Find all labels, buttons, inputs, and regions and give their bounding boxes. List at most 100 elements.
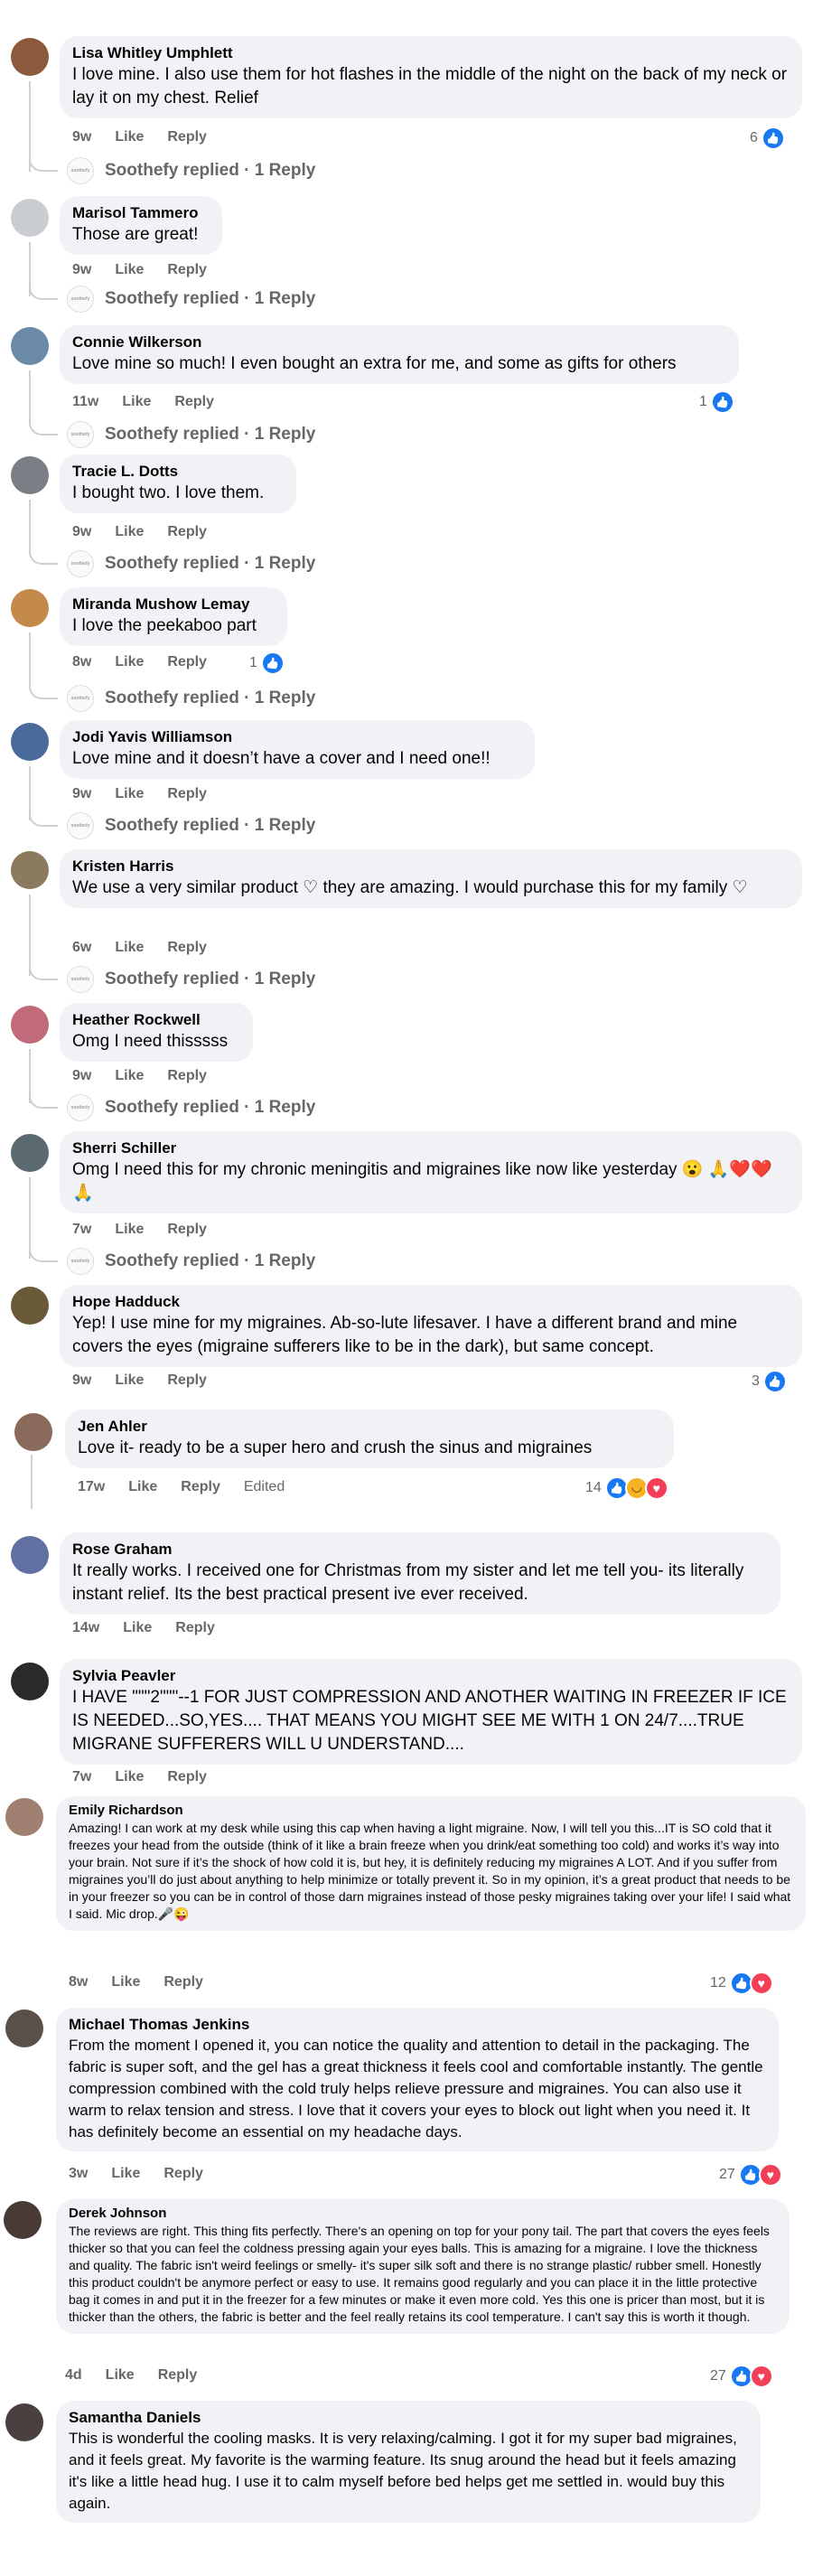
commenter-name[interactable]: Derek Johnson: [69, 2205, 777, 2223]
commenter-name[interactable]: Emily Richardson: [69, 1802, 793, 1820]
commenter-name[interactable]: Michael Thomas Jenkins: [69, 2015, 766, 2035]
commenter-name[interactable]: Sylvia Peavler: [72, 1666, 790, 1686]
timestamp[interactable]: 9w: [72, 786, 91, 802]
avatar[interactable]: [5, 1798, 43, 1836]
timestamp[interactable]: 3w: [69, 2166, 88, 2182]
avatar[interactable]: [5, 2009, 43, 2047]
timestamp[interactable]: 9w: [72, 129, 91, 145]
avatar[interactable]: [11, 1287, 49, 1325]
commenter-name[interactable]: Lisa Whitley Umphlett: [72, 43, 790, 63]
view-replies-link[interactable]: soothefy Soothefy replied · 1 Reply: [67, 1248, 315, 1275]
timestamp[interactable]: 17w: [78, 1479, 105, 1495]
timestamp[interactable]: 9w: [72, 1372, 91, 1389]
like-button[interactable]: Like: [115, 1769, 144, 1785]
like-button[interactable]: Like: [122, 394, 151, 410]
timestamp[interactable]: 8w: [69, 1974, 88, 1991]
like-button[interactable]: Like: [111, 1974, 140, 1991]
avatar[interactable]: [11, 38, 49, 76]
commenter-name[interactable]: Jen Ahler: [78, 1417, 661, 1437]
timestamp[interactable]: 6w: [72, 940, 91, 956]
like-button[interactable]: Like: [115, 1222, 144, 1238]
timestamp[interactable]: 11w: [72, 394, 98, 410]
avatar[interactable]: [11, 723, 49, 761]
avatar[interactable]: [4, 2201, 42, 2239]
avatar[interactable]: [11, 1134, 49, 1172]
reply-button[interactable]: Reply: [167, 262, 207, 278]
commenter-name[interactable]: Tracie L. Dotts: [72, 462, 284, 482]
timestamp[interactable]: 8w: [72, 654, 91, 670]
view-replies-link[interactable]: soothefy Soothefy replied · 1 Reply: [67, 685, 315, 712]
commenter-name[interactable]: Kristen Harris: [72, 857, 790, 876]
commenter-name[interactable]: Hope Hadduck: [72, 1292, 790, 1312]
like-button[interactable]: Like: [115, 1068, 144, 1084]
reply-button[interactable]: Reply: [167, 1222, 207, 1238]
reply-button[interactable]: Reply: [167, 129, 207, 145]
like-button[interactable]: Like: [115, 654, 144, 670]
reaction-count[interactable]: 27: [710, 2365, 773, 2388]
avatar[interactable]: [11, 1663, 49, 1700]
reply-button[interactable]: Reply: [167, 1372, 207, 1389]
like-button[interactable]: Like: [115, 786, 144, 802]
commenter-name[interactable]: Rose Graham: [72, 1540, 768, 1560]
avatar[interactable]: [11, 327, 49, 365]
reply-button[interactable]: Reply: [181, 1479, 220, 1495]
avatar[interactable]: [11, 851, 49, 889]
reply-button[interactable]: Reply: [167, 940, 207, 956]
like-button[interactable]: Like: [128, 1479, 157, 1495]
reaction-count[interactable]: 12: [710, 1972, 773, 1995]
reply-button[interactable]: Reply: [164, 1974, 203, 1991]
view-replies-link[interactable]: soothefy Soothefy replied · 1 Reply: [67, 1094, 315, 1121]
avatar[interactable]: [14, 1413, 52, 1451]
reply-button[interactable]: Reply: [167, 1769, 207, 1785]
timestamp[interactable]: 7w: [72, 1222, 91, 1238]
reply-button[interactable]: Reply: [167, 786, 207, 802]
like-button[interactable]: Like: [115, 940, 144, 956]
reply-button[interactable]: Reply: [158, 2367, 198, 2384]
like-button[interactable]: Like: [111, 2166, 140, 2182]
reply-button[interactable]: Reply: [167, 524, 207, 540]
view-replies-link[interactable]: soothefy Soothefy replied · 1 Reply: [67, 966, 315, 993]
comment-text: The reviews are right. This thing fits p…: [69, 2224, 770, 2324]
avatar[interactable]: [11, 589, 49, 627]
timestamp[interactable]: 14w: [72, 1620, 99, 1636]
avatar[interactable]: [11, 1536, 49, 1574]
view-replies-link[interactable]: soothefy Soothefy replied · 1 Reply: [67, 286, 315, 313]
reply-button[interactable]: Reply: [167, 654, 207, 670]
avatar[interactable]: [11, 456, 49, 494]
like-button[interactable]: Like: [115, 129, 144, 145]
reaction-count[interactable]: 6: [750, 126, 785, 150]
reaction-count[interactable]: 1: [699, 390, 734, 414]
reply-button[interactable]: Reply: [167, 1068, 207, 1084]
like-button[interactable]: Like: [115, 262, 144, 278]
commenter-name[interactable]: Connie Wilkerson: [72, 333, 726, 352]
timestamp[interactable]: 9w: [72, 1068, 91, 1084]
commenter-name[interactable]: Heather Rockwell: [72, 1010, 240, 1030]
reaction-count[interactable]: 1: [249, 651, 285, 675]
commenter-name[interactable]: Miranda Mushow Lemay: [72, 595, 275, 614]
timestamp[interactable]: 7w: [72, 1769, 91, 1785]
commenter-name[interactable]: Marisol Tammero: [72, 203, 210, 223]
view-replies-link[interactable]: soothefy Soothefy replied · 1 Reply: [67, 157, 315, 184]
reaction-count[interactable]: 27: [719, 2163, 782, 2187]
reaction-count[interactable]: 3: [752, 1370, 787, 1393]
avatar[interactable]: [5, 2403, 43, 2441]
timestamp[interactable]: 9w: [72, 262, 91, 278]
like-button[interactable]: Like: [106, 2367, 135, 2384]
reaction-count[interactable]: 14: [585, 1476, 668, 1500]
like-button[interactable]: Like: [115, 1372, 144, 1389]
timestamp[interactable]: 4d: [65, 2367, 82, 2384]
like-button[interactable]: Like: [123, 1620, 152, 1636]
reply-button[interactable]: Reply: [174, 394, 214, 410]
commenter-name[interactable]: Jodi Yavis Williamson: [72, 727, 522, 747]
like-button[interactable]: Like: [115, 524, 144, 540]
view-replies-link[interactable]: soothefy Soothefy replied · 1 Reply: [67, 550, 315, 577]
commenter-name[interactable]: Samantha Daniels: [69, 2408, 748, 2428]
avatar[interactable]: [11, 199, 49, 237]
commenter-name[interactable]: Sherri Schiller: [72, 1138, 790, 1158]
reply-button[interactable]: Reply: [175, 1620, 215, 1636]
timestamp[interactable]: 9w: [72, 524, 91, 540]
view-replies-link[interactable]: soothefy Soothefy replied · 1 Reply: [67, 421, 315, 448]
reply-button[interactable]: Reply: [164, 2166, 203, 2182]
view-replies-link[interactable]: soothefy Soothefy replied · 1 Reply: [67, 812, 315, 839]
avatar[interactable]: [11, 1006, 49, 1044]
